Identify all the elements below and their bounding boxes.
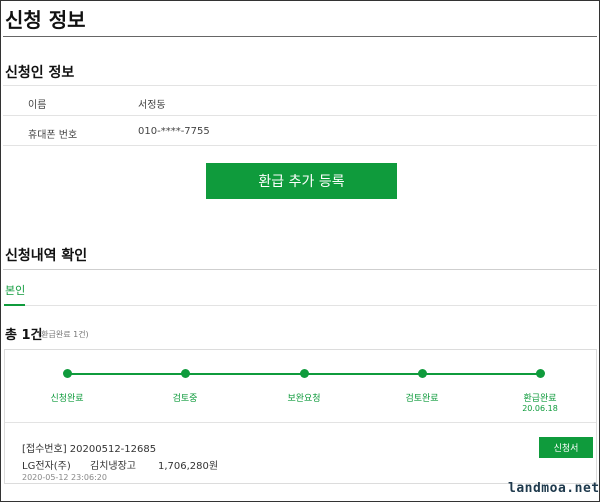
tab-divider — [25, 305, 597, 306]
step-label-refunded: 환급완료 — [523, 394, 557, 404]
phone-label: 휴대폰 번호 — [28, 130, 78, 141]
applicant-section-title: 신청인 정보 — [5, 65, 75, 81]
applicant-divider — [3, 85, 597, 86]
watermark: landmoa.net — [508, 481, 600, 496]
name-label: 이름 — [28, 100, 47, 111]
application-datetime: 2020-05-12 23:06:20 — [22, 473, 107, 482]
step-dot — [418, 369, 427, 378]
add-refund-button[interactable]: 환급 추가 등록 — [206, 163, 397, 199]
step-dot — [300, 369, 309, 378]
step-dot — [63, 369, 72, 378]
name-value: 서정동 — [138, 100, 166, 111]
step-label-reviewed: 검토완료 — [405, 394, 439, 404]
receipt-number: [접수번호] 20200512-12685 — [22, 444, 157, 455]
tab-self[interactable]: 본인 — [5, 282, 25, 298]
step-label-reviewing: 검토중 — [172, 394, 198, 404]
card-divider — [5, 422, 596, 423]
step-label-supplement: 보완요청 — [287, 394, 321, 404]
refund-amount: 1,706,280원 — [158, 461, 219, 472]
history-divider — [3, 269, 597, 270]
field-divider — [3, 115, 597, 116]
total-count: 총 1건 — [5, 328, 43, 343]
step-dot — [181, 369, 190, 378]
company-name: LG전자(주) — [22, 461, 71, 472]
step-dot — [536, 369, 545, 378]
title-divider — [3, 36, 597, 37]
application-form-button[interactable]: 신청서 — [539, 437, 593, 458]
field-divider — [3, 145, 597, 146]
total-subcount: (환급완료 1건) — [38, 330, 89, 339]
tab-active-indicator — [4, 304, 25, 306]
page-title: 신청 정보 — [5, 8, 86, 32]
phone-value: 010-****-7755 — [138, 126, 210, 137]
product-name: 김치냉장고 — [90, 461, 136, 472]
step-label-applied: 신청완료 — [50, 394, 84, 404]
history-section-title: 신청내역 확인 — [5, 248, 88, 264]
step-date-refunded: 20.06.18 — [522, 404, 558, 413]
